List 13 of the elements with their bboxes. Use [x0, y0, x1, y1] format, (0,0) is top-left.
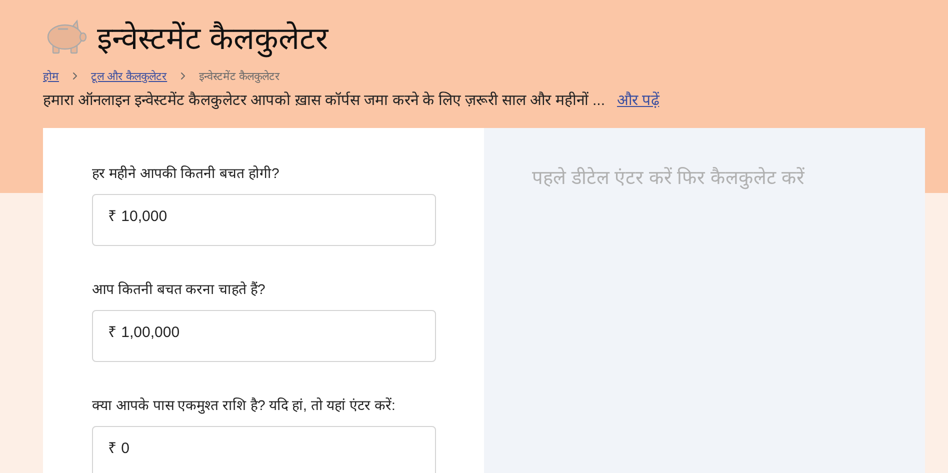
amount-input[interactable]: ₹ 0: [92, 426, 436, 473]
breadcrumb-link[interactable]: टूल और कैलकुलेटर: [91, 68, 168, 83]
page-title: इन्वेस्टमेंट कैलकुलेटर: [97, 20, 329, 58]
field-label: हर महीने आपकी कितनी बचत होगी?: [92, 164, 280, 182]
read-more-link[interactable]: और पढ़ें: [617, 89, 660, 109]
breadcrumb-link[interactable]: होम: [43, 68, 59, 83]
amount-input[interactable]: ₹ 1,00,000: [92, 310, 436, 362]
description-text: हमारा ऑनलाइन इन्वेस्टमेंट कैलकुलेटर आपको ख़ास कॉर्पस जमा करने के लिए ज़रूरी साल और महीनों ...: [43, 90, 606, 109]
field-label: आप कितनी बचत करना चाहते हैं?: [92, 280, 266, 298]
amount-input[interactable]: ₹ 10,000: [92, 194, 436, 246]
field-label: क्या आपके पास एकमुश्त राशि है? यदि हां, तो यहां एंटर करें:: [92, 396, 396, 414]
result-message: पहले डीटेल एंटर करें फिर कैलकुलेट करें: [532, 166, 806, 190]
breadcrumb-current: इन्वेस्टमेंट कैलकुलेटर: [199, 69, 280, 83]
